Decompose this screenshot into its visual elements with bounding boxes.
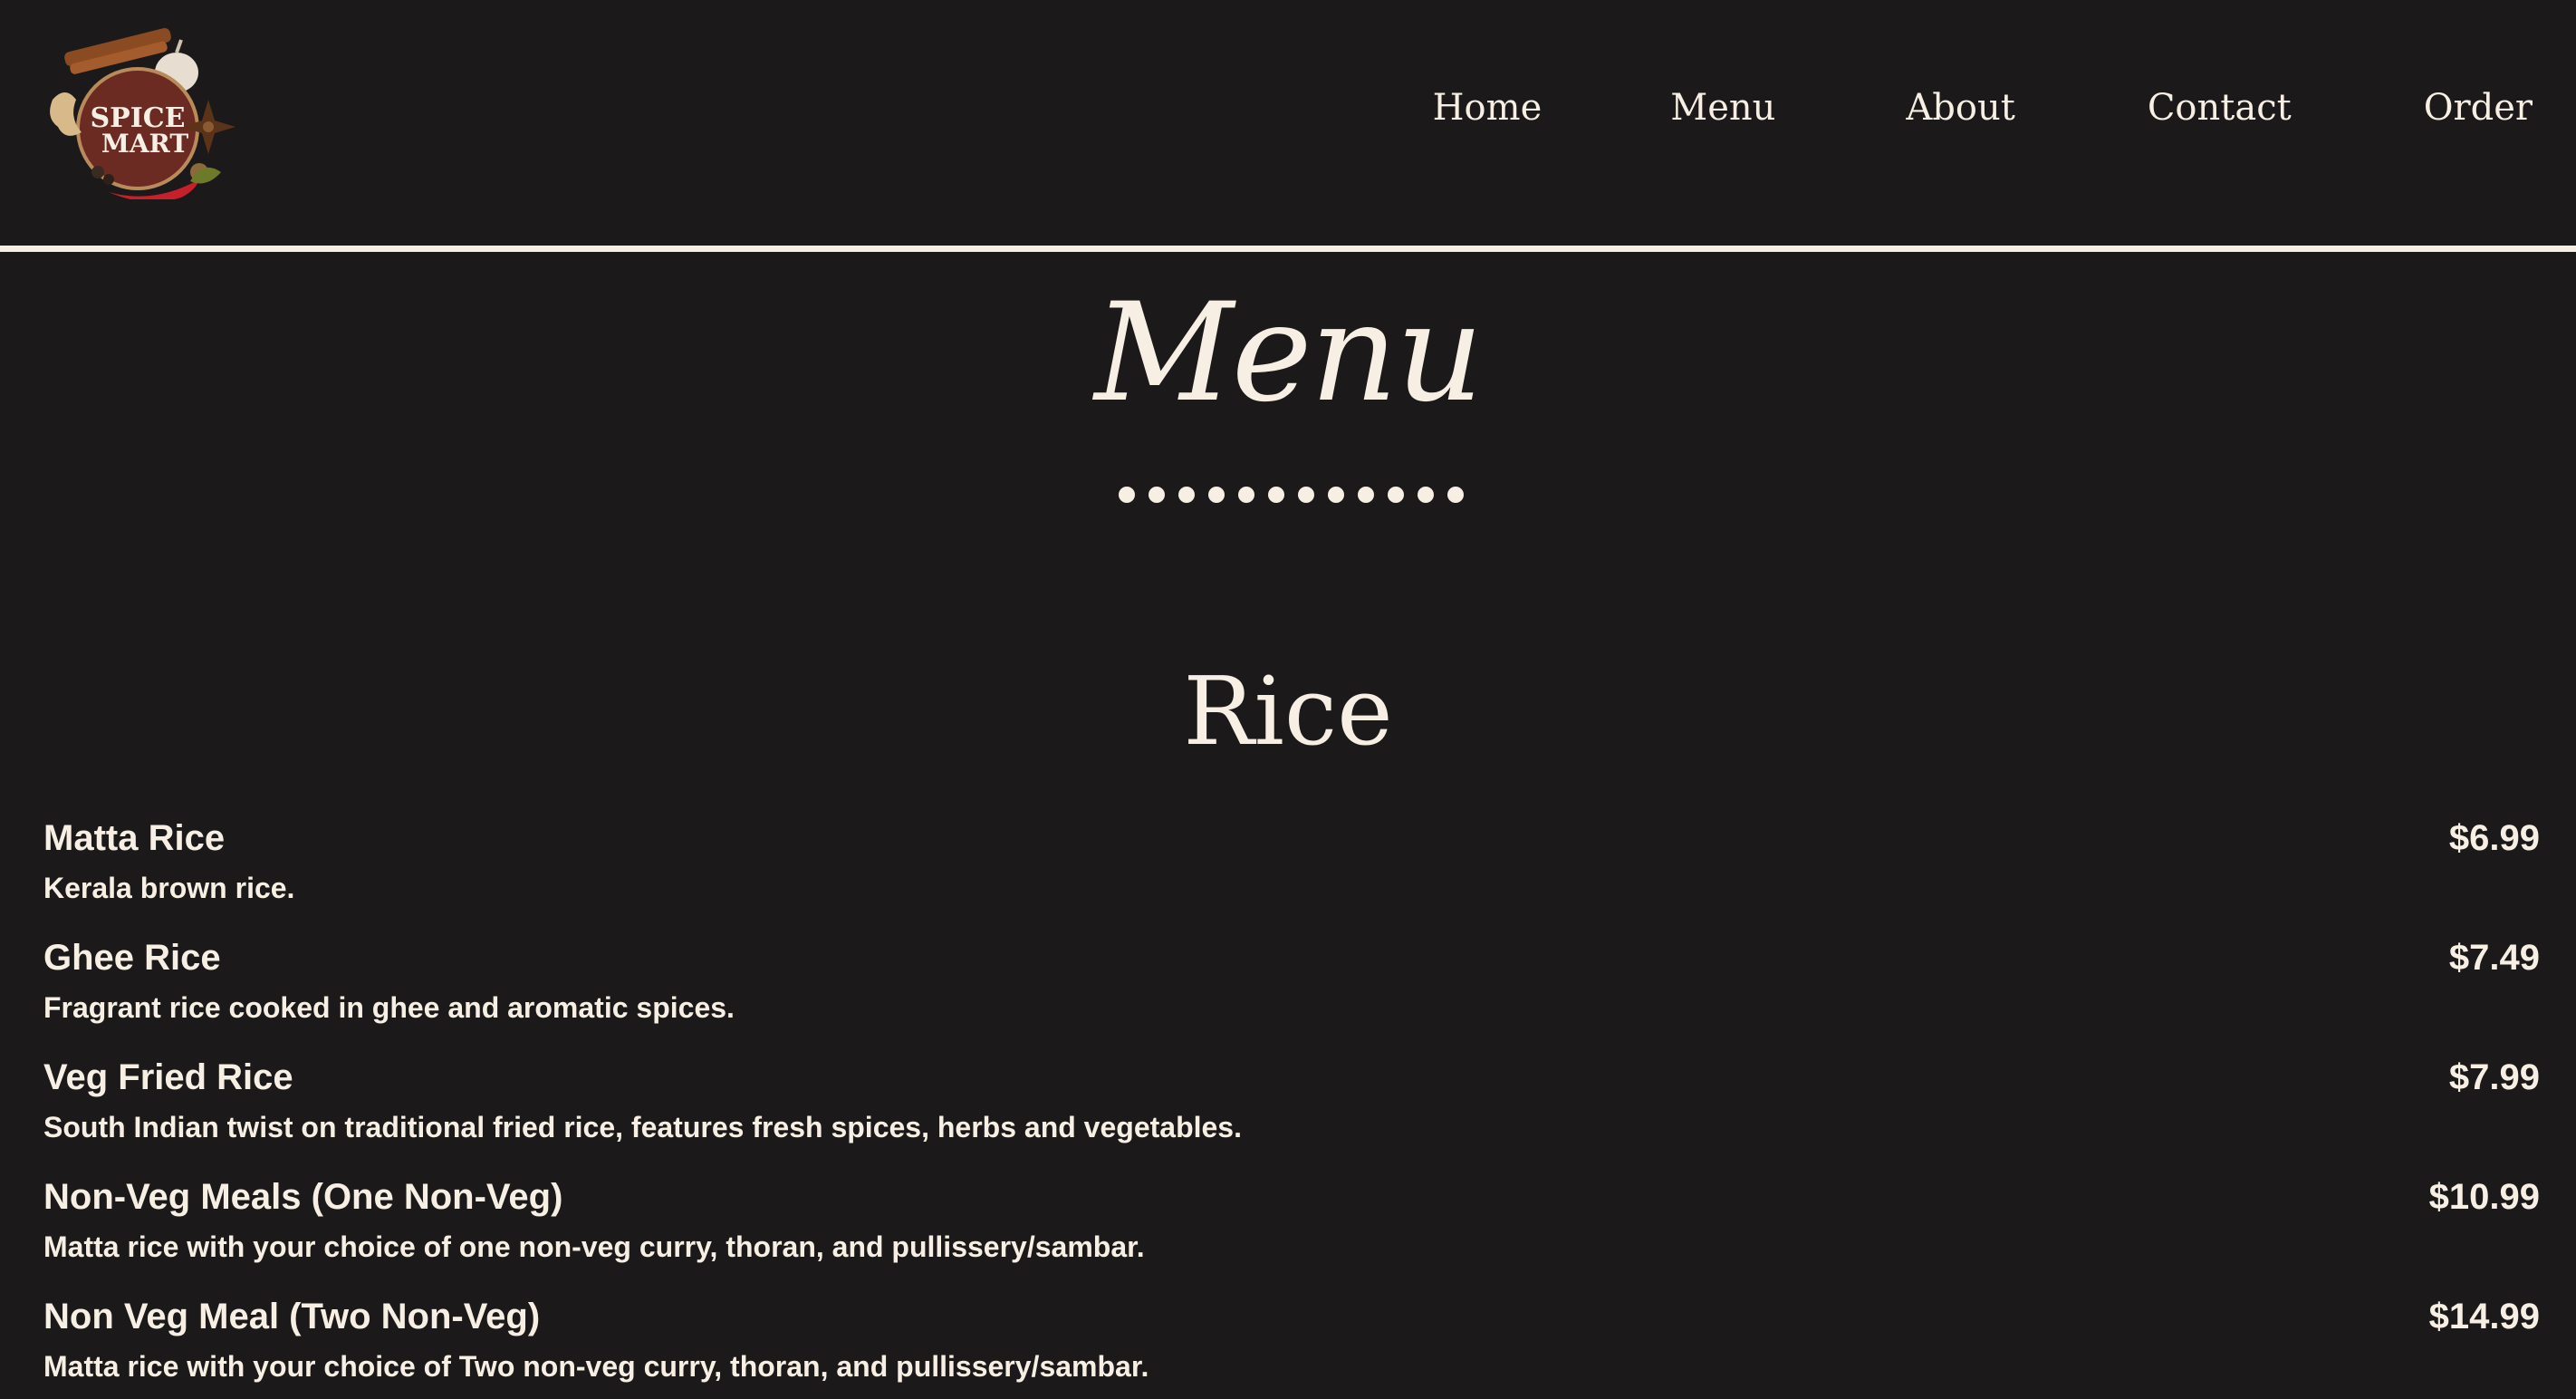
dots-graphic — [1119, 487, 1464, 503]
spice-mart-logo[interactable]: SPICE MART — [36, 27, 245, 202]
item-description: Matta rice with your choice of one non-v… — [43, 1230, 1145, 1263]
item-price: $7.49 — [2448, 938, 2540, 978]
site-header: SPICE MART Home Menu About Contact Order — [0, 0, 2576, 246]
item-description: South Indian twist on traditional fried … — [43, 1111, 1242, 1143]
page-title: Menu — [1094, 275, 1484, 432]
item-price: $10.99 — [2428, 1177, 2540, 1217]
item-name: Non Veg Meal (Two Non-Veg) — [43, 1297, 541, 1336]
main-nav: Home Menu About Contact Order — [1433, 87, 2533, 129]
item-price: $7.99 — [2448, 1057, 2540, 1097]
logo-text-mart: MART — [101, 129, 188, 159]
section-title-rice: Rice — [1183, 656, 1393, 767]
nav-menu-link[interactable]: Menu — [1670, 87, 1775, 129]
menu-item: Veg Fried Rice South Indian twist on tra… — [43, 1050, 2540, 1170]
item-name: Non-Veg Meals (One Non-Veg) — [43, 1177, 563, 1217]
menu-item: Non-Veg Meals (One Non-Veg) Matta rice w… — [43, 1170, 2540, 1289]
nav-order-link[interactable]: Order — [2424, 87, 2533, 129]
item-description: Matta rice with your choice of Two non-v… — [43, 1350, 1149, 1383]
menu-item: Matta Rice Kerala brown rice. $6.99 — [43, 811, 2540, 931]
logo-graphic: SPICE MART — [50, 27, 235, 202]
menu-item: Ghee Rice Fragrant rice cooked in ghee a… — [43, 931, 2540, 1050]
item-description: Kerala brown rice. — [43, 872, 295, 904]
item-description: Fragrant rice cooked in ghee and aromati… — [43, 991, 735, 1024]
page: SPICE MART Home Menu About Contact Order… — [0, 0, 2576, 1399]
item-name: Ghee Rice — [43, 938, 221, 978]
nav-home-link[interactable]: Home — [1433, 87, 1543, 129]
nav-contact-link[interactable]: Contact — [2148, 87, 2292, 129]
item-price: $6.99 — [2448, 818, 2540, 858]
nav-about-link[interactable]: About — [1906, 87, 2014, 129]
item-name: Matta Rice — [43, 818, 226, 858]
menu-item: Non Veg Meal (Two Non-Veg) Matta rice wi… — [43, 1289, 2540, 1399]
title-dots-divider — [1114, 486, 1467, 504]
item-price: $14.99 — [2428, 1297, 2540, 1336]
menu-items-list: Matta Rice Kerala brown rice. $6.99 Ghee… — [43, 811, 2540, 1399]
item-name: Veg Fried Rice — [43, 1057, 293, 1097]
header-divider — [0, 246, 2576, 252]
